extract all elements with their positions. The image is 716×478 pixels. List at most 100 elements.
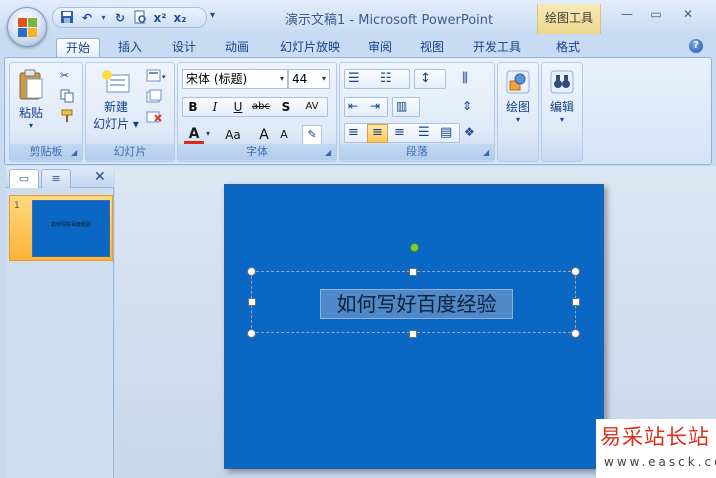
increase-indent-icon[interactable]: ⇥ xyxy=(370,99,380,113)
tab-format[interactable]: 格式 xyxy=(548,38,588,58)
paste-label: 粘贴 xyxy=(18,106,43,120)
decrease-indent-icon[interactable]: ⇤ xyxy=(348,99,358,113)
justify-icon[interactable]: ☰ xyxy=(418,125,430,140)
editing-button[interactable]: 编辑 ▾ xyxy=(544,69,580,124)
smartart-icon[interactable]: ❖ xyxy=(464,125,475,139)
ribbon-tabs: 开始 插入 设计 动画 幻灯片放映 审阅 视图 开发工具 格式 xyxy=(0,34,716,58)
align-left-icon[interactable]: ≡ xyxy=(348,125,359,140)
subscript-icon[interactable]: x₂ xyxy=(172,10,188,26)
font-family-value: 宋体 (标题) xyxy=(186,72,248,86)
shadow-button[interactable]: S xyxy=(276,97,296,117)
binoculars-icon xyxy=(550,70,574,94)
font-size-value: 44 xyxy=(292,72,308,86)
copy-icon[interactable] xyxy=(60,89,74,106)
customize-qat-icon[interactable]: ▾ xyxy=(210,10,215,21)
numbering-icon[interactable]: ☷ xyxy=(380,71,392,86)
group-label-drawing xyxy=(498,144,538,160)
bullets-icon[interactable]: ☰ xyxy=(348,71,360,86)
paste-button[interactable]: 粘贴 ▾ xyxy=(14,69,48,130)
tab-review[interactable]: 审阅 xyxy=(360,38,400,58)
contextual-tab-drawing-tools: 绘图工具 xyxy=(537,4,601,34)
paragraph-launcher-icon[interactable]: ◢ xyxy=(483,149,491,157)
resize-handle-top-left[interactable] xyxy=(247,267,256,276)
drawing-label: 绘图 xyxy=(505,100,530,114)
slides-pane-tabs: ▭ ≡ ✕ xyxy=(6,166,114,188)
tab-design[interactable]: 设计 xyxy=(164,38,204,58)
editing-dropdown-icon: ▾ xyxy=(559,115,564,124)
slide-title-text[interactable]: 如何写好百度经验 xyxy=(320,289,513,319)
group-label-paragraph: 段落 xyxy=(340,144,494,160)
strikethrough-button[interactable]: abc xyxy=(251,97,271,117)
slide-thumbnail-selected[interactable]: 1 如何写好百度经验 xyxy=(9,195,113,261)
paste-dropdown-icon: ▾ xyxy=(28,121,33,130)
slide-thumbnail-number: 1 xyxy=(14,201,20,211)
resize-handle-bottom-right[interactable] xyxy=(571,329,580,338)
columns-icon: ▥ xyxy=(396,99,408,113)
tab-home[interactable]: 开始 xyxy=(56,38,100,58)
italic-button[interactable]: I xyxy=(205,97,225,117)
tab-developer[interactable]: 开发工具 xyxy=(466,38,528,58)
format-painter-icon[interactable] xyxy=(60,109,74,126)
new-slide-icon xyxy=(102,70,130,93)
save-icon[interactable] xyxy=(59,10,75,26)
resize-handle-bottom[interactable] xyxy=(409,330,417,338)
group-editing: 编辑 ▾ xyxy=(541,62,583,162)
help-icon[interactable]: ? xyxy=(689,39,703,53)
new-slide-label-2: 幻灯片 ▾ xyxy=(93,117,139,131)
cut-icon[interactable]: ✂ xyxy=(60,69,69,82)
new-slide-button[interactable]: 新建 幻灯片 ▾ xyxy=(90,69,142,132)
reset-slide-icon[interactable] xyxy=(146,89,162,108)
slides-pane: ▭ ≡ ✕ 1 如何写好百度经验 xyxy=(6,166,114,478)
tab-slides-thumbnails[interactable]: ▭ xyxy=(9,169,39,188)
change-case-button[interactable]: Aa xyxy=(218,125,248,145)
clipboard-launcher-icon[interactable]: ◢ xyxy=(71,149,79,157)
tab-outline[interactable]: ≡ xyxy=(41,169,71,188)
rotation-handle[interactable] xyxy=(410,243,419,252)
resize-handle-right[interactable] xyxy=(572,298,580,306)
line-spacing-icon: ↕ xyxy=(420,71,431,86)
clear-formatting-icon[interactable]: ✎ xyxy=(302,125,322,145)
text-direction-icon[interactable]: ⫼ xyxy=(462,71,468,86)
tab-insert[interactable]: 插入 xyxy=(110,38,150,58)
close-pane-icon[interactable]: ✕ xyxy=(94,169,106,185)
tab-slideshow[interactable]: 幻灯片放映 xyxy=(270,38,350,58)
undo-icon[interactable]: ↶ xyxy=(79,10,95,26)
font-color-dropdown-icon[interactable]: ▾ xyxy=(206,129,210,138)
group-label-font: 字体 xyxy=(178,144,336,160)
print-preview-icon[interactable] xyxy=(132,10,148,26)
tab-view[interactable]: 视图 xyxy=(412,38,452,58)
font-family-select[interactable]: 宋体 (标题) ▾ xyxy=(182,69,288,89)
office-logo-icon xyxy=(18,18,38,38)
slide-thumbnail[interactable]: 如何写好百度经验 xyxy=(32,200,110,257)
maximize-button[interactable]: ▭ xyxy=(645,7,667,25)
font-launcher-icon[interactable]: ◢ xyxy=(325,149,333,157)
superscript-icon[interactable]: x² xyxy=(152,10,168,26)
resize-handle-top[interactable] xyxy=(409,268,417,276)
align-center-icon[interactable]: ≡ xyxy=(367,124,388,143)
tab-animation[interactable]: 动画 xyxy=(217,38,257,58)
redo-icon[interactable]: ↻ xyxy=(112,10,128,26)
minimize-button[interactable]: — xyxy=(616,7,638,25)
font-size-select[interactable]: 44 ▾ xyxy=(288,69,330,89)
underline-button[interactable]: U xyxy=(228,97,248,117)
char-spacing-button[interactable]: AV xyxy=(298,97,326,117)
layout-icon[interactable]: ▾ xyxy=(146,69,168,86)
group-label-editing xyxy=(542,144,582,160)
align-right-icon[interactable]: ≡ xyxy=(394,125,405,140)
group-clipboard: 粘贴 ▾ ✂ 剪贴板 ◢ xyxy=(9,62,83,162)
align-text-icon[interactable]: ⇕ xyxy=(462,99,472,113)
undo-dropdown-icon[interactable]: ▾ xyxy=(99,10,108,26)
font-color-button[interactable]: A xyxy=(184,125,204,144)
close-button[interactable]: ✕ xyxy=(677,7,699,25)
resize-handle-top-right[interactable] xyxy=(571,267,580,276)
bold-button[interactable]: B xyxy=(183,97,203,117)
grow-font-button[interactable]: A xyxy=(254,125,274,145)
drawing-button[interactable]: 绘图 ▾ xyxy=(500,69,536,124)
resize-handle-bottom-left[interactable] xyxy=(247,329,256,338)
editing-label: 编辑 xyxy=(549,100,574,114)
delete-slide-icon[interactable] xyxy=(146,109,162,128)
distributed-icon[interactable]: ▤ xyxy=(440,125,452,140)
office-button[interactable] xyxy=(7,7,47,47)
shrink-font-button[interactable]: A xyxy=(274,125,294,145)
resize-handle-left[interactable] xyxy=(248,298,256,306)
